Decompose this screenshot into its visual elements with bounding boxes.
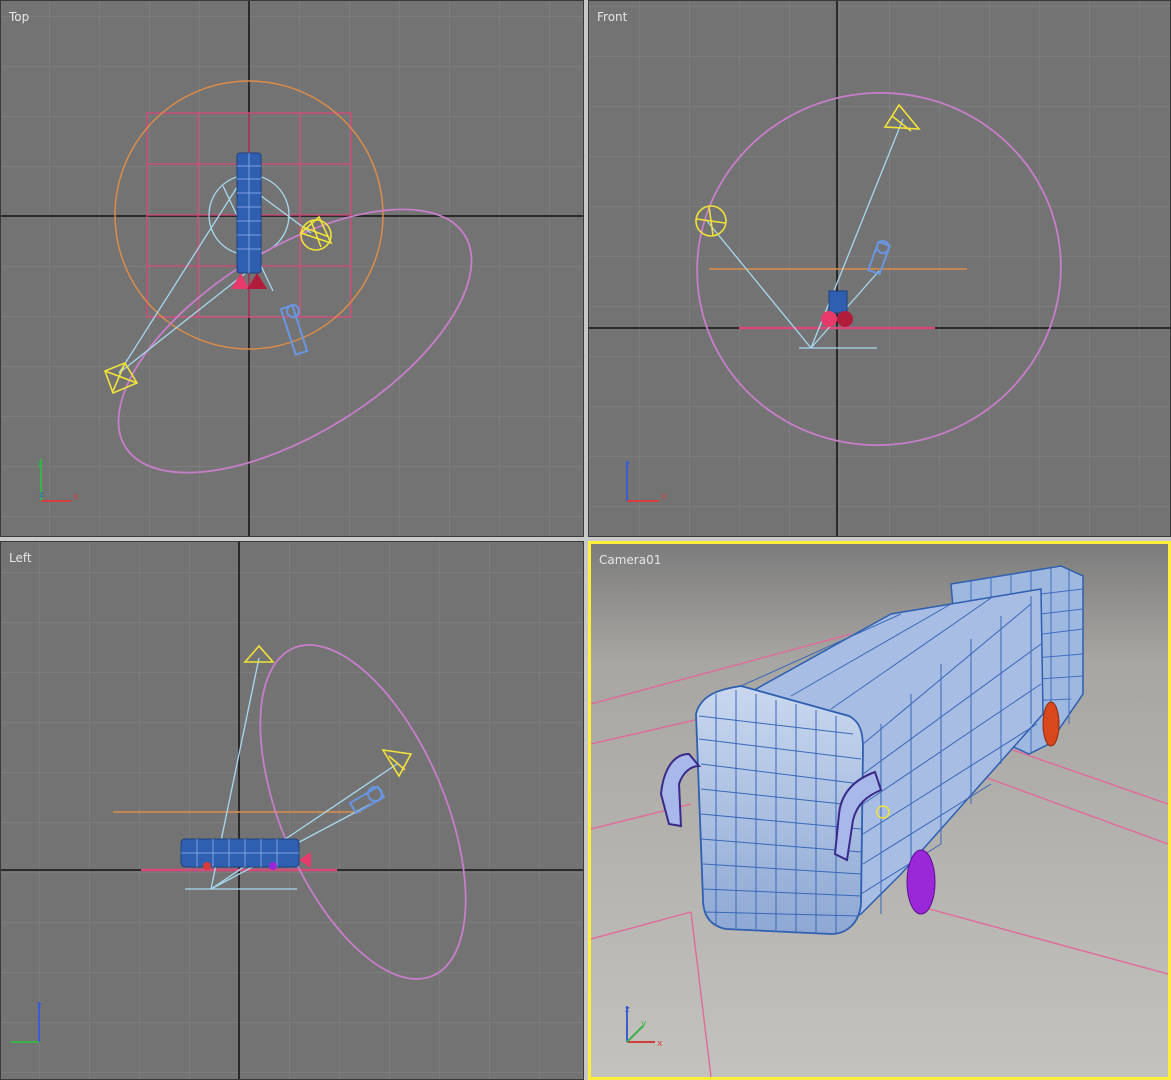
wheel-rear (1042, 701, 1060, 747)
svg-text:z: z (37, 1001, 42, 1011)
viewport-label-left[interactable]: Left (9, 551, 32, 565)
svg-text:x: x (657, 1039, 663, 1049)
viewport-front[interactable]: x z Front (588, 0, 1171, 537)
viewport-top[interactable]: x z y Top (0, 0, 584, 537)
svg-text:x: x (73, 492, 79, 502)
viewport-label-camera01[interactable]: Camera01 (599, 553, 661, 567)
top-view-canvas[interactable]: x z y (1, 1, 584, 537)
left-view-canvas[interactable]: z (1, 542, 584, 1080)
viewport-label-top[interactable]: Top (9, 10, 29, 24)
camera-view-canvas[interactable]: x y z (591, 544, 1168, 1077)
front-view-canvas[interactable]: x z (589, 1, 1171, 537)
svg-text:z: z (625, 460, 630, 470)
bus-side (180, 838, 311, 870)
viewport-camera01[interactable]: x y z Camera01 (588, 541, 1171, 1080)
svg-text:z: z (39, 490, 44, 500)
wheel-front (906, 849, 936, 915)
svg-text:y: y (641, 1019, 647, 1029)
svg-text:x: x (661, 492, 667, 502)
svg-text:y: y (37, 459, 43, 469)
viewport-left[interactable]: z Left (0, 541, 584, 1080)
svg-text:z: z (625, 1005, 630, 1015)
viewport-label-front[interactable]: Front (597, 10, 627, 24)
